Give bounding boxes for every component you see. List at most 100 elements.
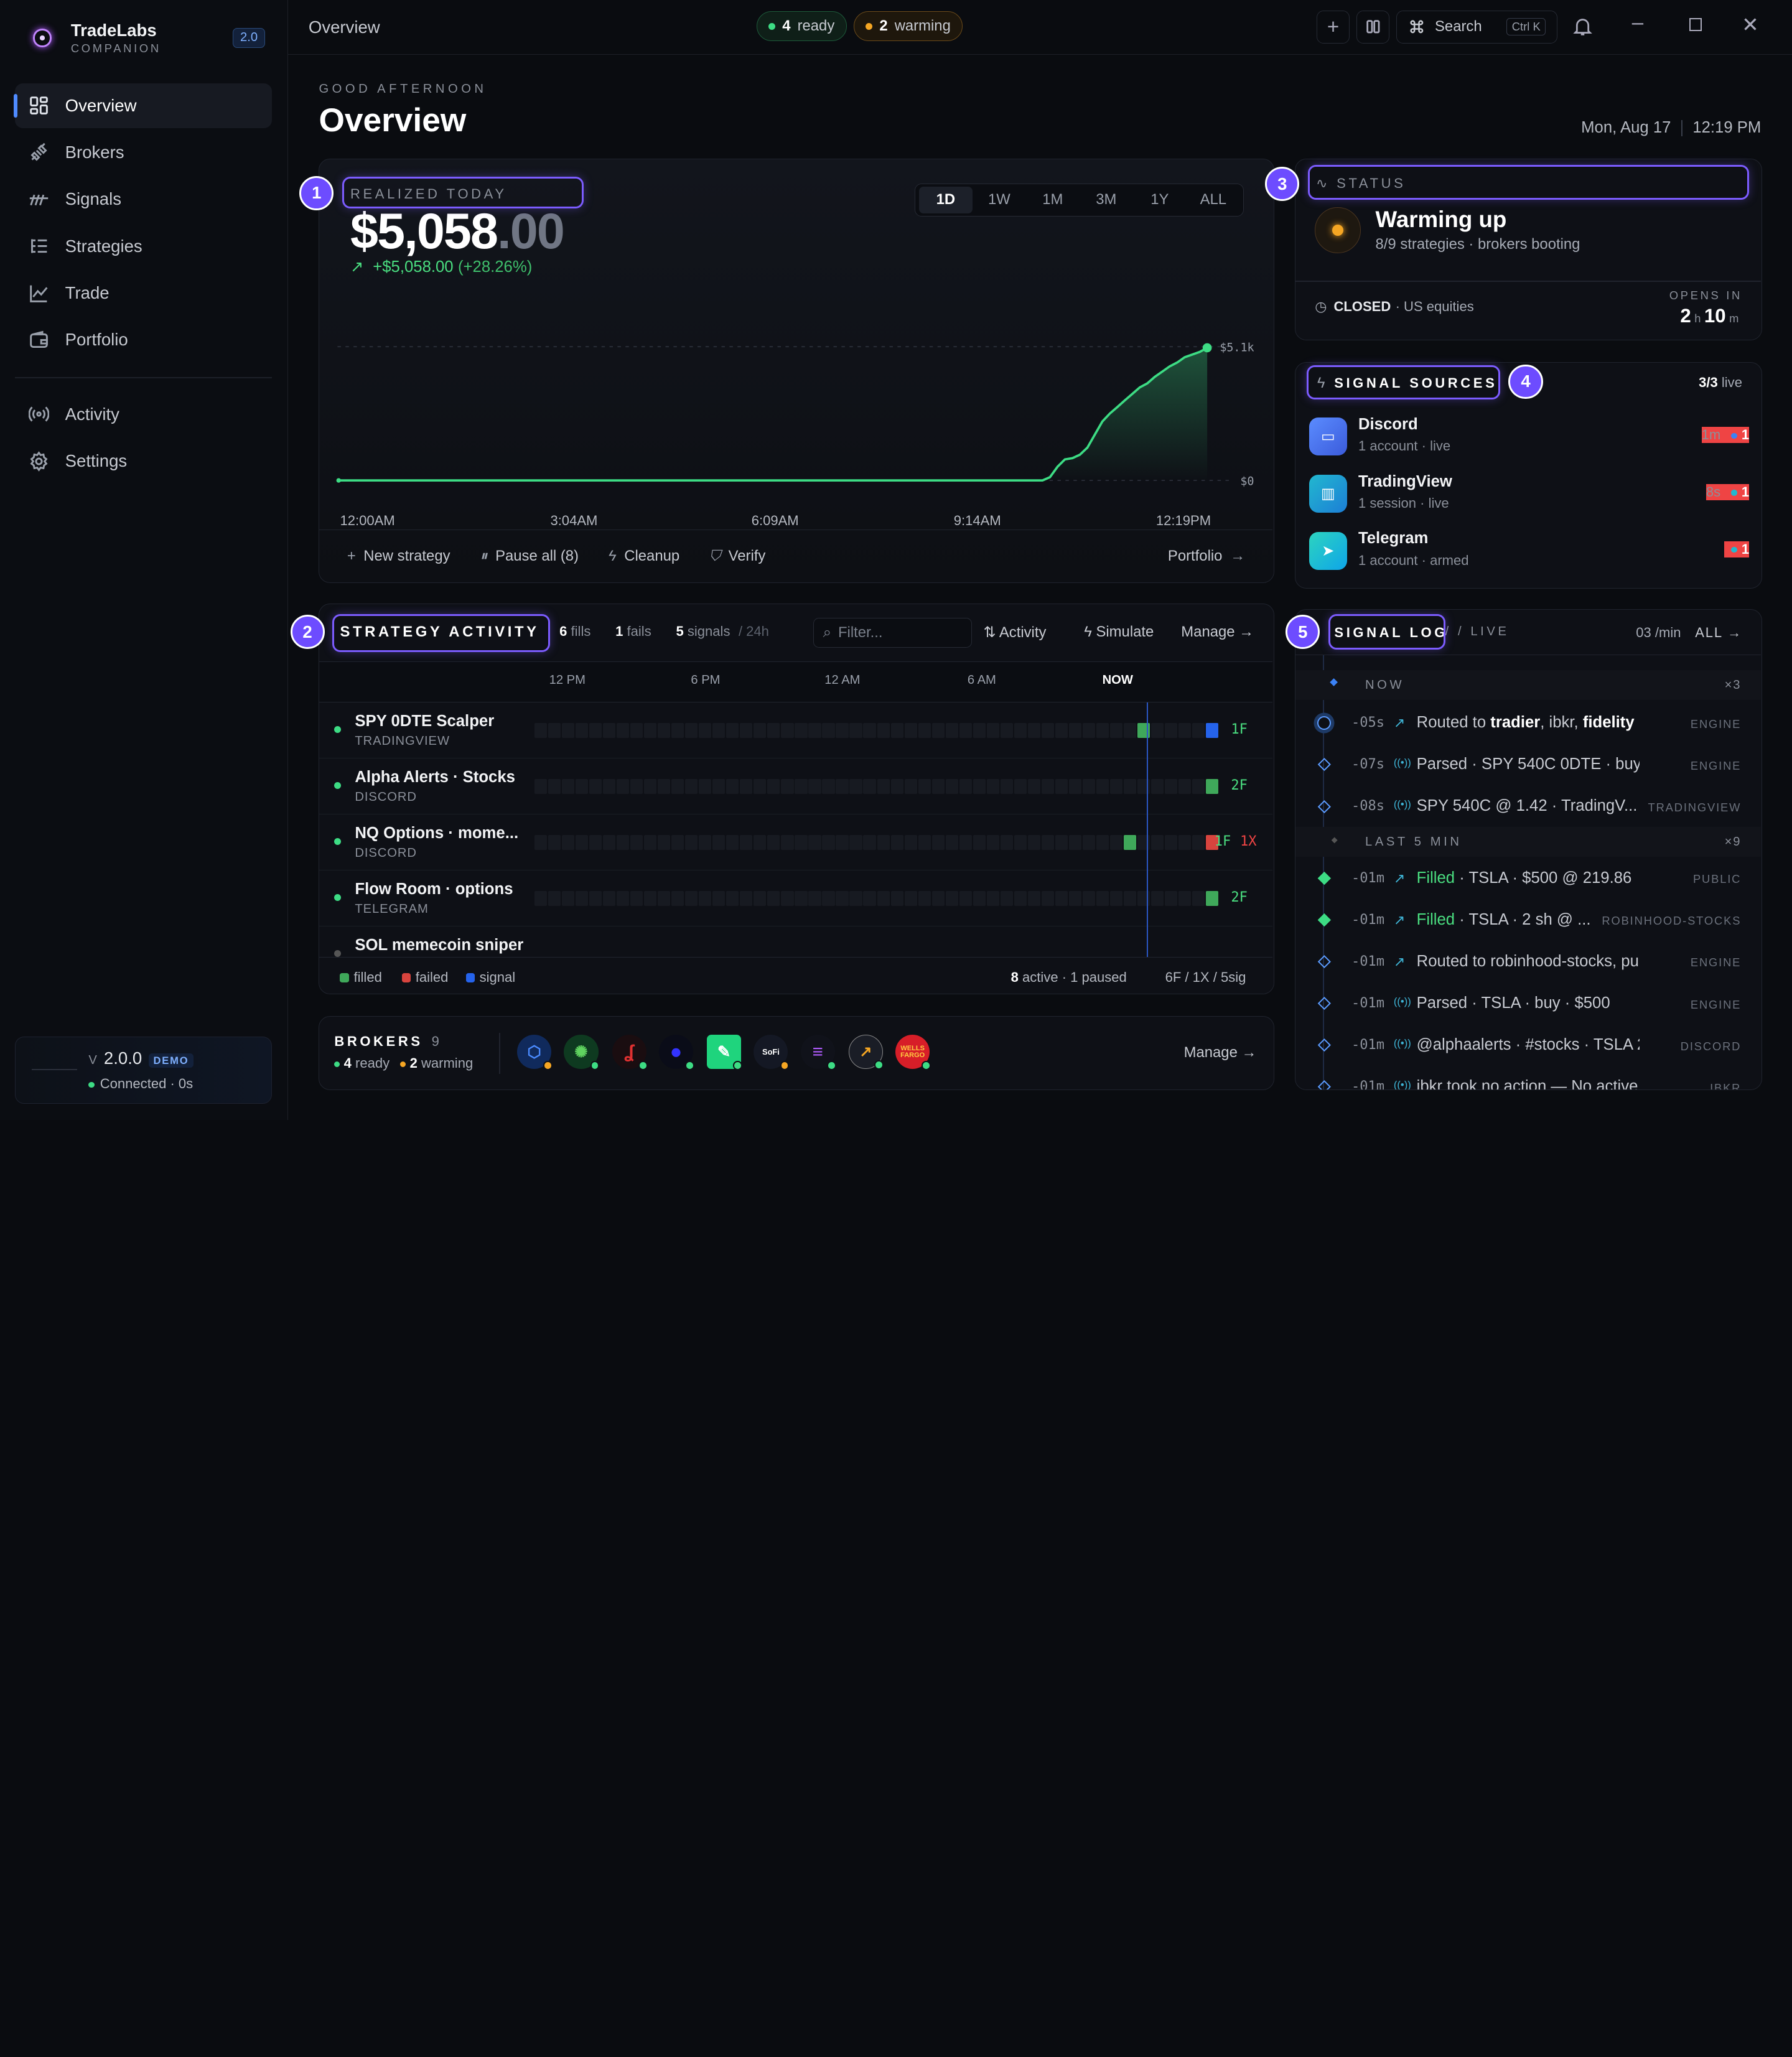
strategy-row[interactable]: NQ Options · mome... DISCORD 1F 1X (319, 814, 1273, 870)
manage-button[interactable]: Manage → (1181, 623, 1254, 641)
bell-icon[interactable] (1572, 16, 1593, 37)
portfolio-link[interactable]: Portfolio → (1168, 548, 1245, 565)
nav-item-strategies[interactable]: Strategies (15, 224, 272, 269)
new-strategy-button[interactable]: + New strategy (347, 548, 450, 565)
log-marker (1317, 758, 1331, 772)
activity-cell (1041, 890, 1055, 906)
log-message: @alphaalerts · #stocks · TSLA 2... (1416, 1036, 1640, 1054)
pause-all-button[interactable]: ⏸ Pause all (8) (480, 548, 579, 565)
date-divider (1681, 120, 1682, 137)
activity-cell (767, 834, 780, 850)
timeline-tick: 12 AM (824, 673, 861, 687)
activity-cell (877, 890, 890, 906)
nav-item-activity[interactable]: Activity (15, 392, 272, 437)
timeline-tick: 6 AM (967, 673, 996, 687)
ready-pill[interactable]: 4 ready (756, 11, 847, 42)
wallet-icon (30, 330, 48, 348)
status-subtitle: 8/9 strategies · brokers booting (1375, 236, 1580, 253)
activity-cell (740, 778, 753, 794)
radio-icon (28, 406, 49, 422)
verify-button[interactable]: ⛉ Verify (709, 548, 765, 565)
pnl-chart: $5.1k $0 (336, 342, 1254, 488)
solana-logo-icon[interactable]: ≡ (800, 1035, 836, 1071)
log-row[interactable]: -01m ↗ Filled · TSLA · 2 sh @ ... ROBINHOOD… (1295, 900, 1761, 941)
wellsfargo-logo-icon[interactable]: WELLS FARGO (895, 1035, 931, 1071)
opens-hours: 2 (1680, 304, 1691, 327)
source-dot (1731, 547, 1737, 553)
sofi-logo-icon[interactable]: SoFi (754, 1035, 790, 1071)
activity-cell (918, 722, 931, 738)
chase-logo-icon[interactable]: ⬡ (517, 1035, 553, 1071)
strategy-row[interactable]: Flow Room · options TELEGRAM 2F (319, 870, 1273, 926)
search-button[interactable]: Search Ctrl K (1396, 10, 1558, 44)
nav-item-settings[interactable]: Settings (15, 439, 272, 483)
strategy-row[interactable]: SPY 0DTE Scalper TRADINGVIEW 1F (319, 702, 1273, 758)
simulate-button[interactable]: ϟ Simulate (1084, 623, 1154, 641)
source-telegram[interactable]: ➤ Telegram 1 account · armed 1 (1309, 524, 1750, 576)
log-row[interactable]: -01m ↗ Routed to robinhood-stocks, public E… (1295, 942, 1761, 983)
strategy-row[interactable]: Alpha Alerts · Stocks DISCORD 2F (319, 758, 1273, 814)
maximize-button[interactable] (1689, 18, 1702, 31)
activity-cell (658, 722, 671, 738)
activity-button[interactable]: ⇅ Activity (984, 623, 1047, 641)
activity-cell (754, 778, 767, 794)
broadcast-icon: ((•)) (1393, 756, 1411, 768)
nav-item-portfolio[interactable]: Portfolio (15, 318, 272, 363)
minimize-button[interactable]: – (1632, 11, 1643, 35)
warming-pill[interactable]: 2 warming (854, 11, 963, 42)
activity-cell (589, 890, 602, 906)
log-row[interactable]: -01m ↗ Filled · TSLA · $500 @ 219.86 PUBLIC (1295, 859, 1761, 900)
close-icon: ✕ (1742, 14, 1759, 37)
log-row[interactable]: -01m ((•)) @alphaalerts · #stocks · TSLA 2… (1295, 1026, 1761, 1067)
nav-item-signals[interactable]: Signals (15, 177, 272, 222)
source-name: Telegram (1358, 529, 1429, 548)
fill-count: 1F (1231, 721, 1248, 737)
brokers-header: BROKERS 9 (334, 1033, 439, 1050)
nav-item-overview[interactable]: Overview (14, 83, 273, 128)
annotation-badge-2: 2 (290, 615, 325, 650)
log-time: -01m (1351, 912, 1385, 928)
public-logo-icon[interactable]: ● (658, 1035, 694, 1071)
log-row[interactable]: -05s ↗ Routed to tradier, ibkr, fidelity EN… (1295, 704, 1761, 745)
log-row[interactable]: -01m ((•)) Parsed · TSLA · buy · $500 ENGIN… (1295, 984, 1761, 1025)
nav-label: Strategies (65, 236, 142, 256)
brokers-manage-button[interactable]: Manage → (1184, 1044, 1257, 1061)
source-age: 1m (1701, 427, 1721, 443)
legend-filled-label: filled (353, 969, 382, 985)
tradier-logo-icon[interactable]: ↗ (848, 1035, 884, 1070)
source-tradingview[interactable]: ▥ TradingView 1 session · live 8s 1 (1309, 467, 1750, 519)
filter-input[interactable]: ⌕ Filter... (813, 617, 973, 648)
activity-cell (685, 778, 698, 794)
nav-item-trade[interactable]: Trade (15, 271, 272, 315)
columns-button[interactable] (1356, 10, 1390, 44)
fails-label: fails (627, 623, 651, 639)
source-discord[interactable]: ▭ Discord 1 account · live 1m 1 (1309, 410, 1750, 462)
log-message: Routed to tradier, ibkr, fidelity (1417, 714, 1640, 732)
send-icon: ➤ (1309, 532, 1347, 570)
strategy-status-dot (334, 726, 342, 734)
activity-cell (904, 722, 917, 738)
arrow-right-icon: → (1241, 1043, 1257, 1061)
log-message: Parsed · TSLA · buy · $500 (1416, 994, 1610, 1012)
close-button[interactable]: ✕ (1742, 12, 1759, 37)
activity-cell (808, 834, 821, 850)
active-count: 8 (1010, 969, 1019, 985)
filled-label: Filled (1416, 869, 1455, 887)
etrade-logo-icon[interactable]: ✺ (564, 1035, 600, 1071)
activity-cell (1178, 778, 1192, 794)
nav-divider (14, 377, 273, 378)
log-filter-button[interactable]: ALL → (1695, 625, 1742, 641)
cleanup-button[interactable]: ϟ Cleanup (609, 548, 679, 565)
nav-item-brokers[interactable]: Brokers (15, 130, 272, 175)
add-button[interactable]: + (1316, 10, 1350, 44)
activity-cell (822, 890, 835, 906)
log-row[interactable]: -07s ((•)) Parsed · SPY 540C 0DTE · buy · … (1295, 745, 1761, 786)
live-count: 3/3 (1699, 374, 1718, 390)
robinhood-logo-icon[interactable]: ʆ (612, 1035, 648, 1071)
broadcast-icon: ((•)) (1393, 995, 1411, 1007)
section-count: ×3 (1724, 678, 1742, 693)
log-row[interactable]: -01m ((•)) ibkr took no action — No active… (1295, 1068, 1761, 1090)
activity-cell (836, 890, 849, 906)
log-row[interactable]: -08s ((•)) SPY 540C @ 1.42 · TradingV... TR… (1295, 787, 1761, 828)
webull-logo-icon[interactable]: ✎ (707, 1035, 742, 1071)
